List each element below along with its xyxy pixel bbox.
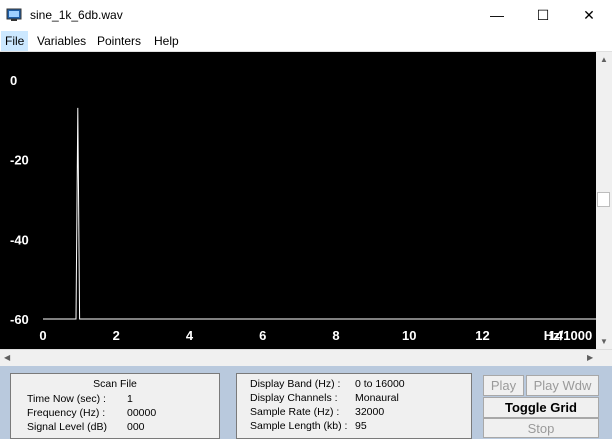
frequency-label: Frequency (Hz) : bbox=[27, 407, 106, 419]
x-tick-label: 6 bbox=[259, 328, 266, 343]
scan-file-heading: Scan File bbox=[93, 378, 137, 390]
y-tick-label: 0 bbox=[10, 73, 17, 88]
close-icon: ✕ bbox=[583, 7, 595, 23]
frequency-value: 00000 bbox=[127, 407, 157, 419]
x-tick-label: 4 bbox=[186, 328, 194, 343]
display-band-value: 0 to 16000 bbox=[355, 378, 405, 390]
y-tick-label: -60 bbox=[10, 312, 29, 327]
vertical-scroll-thumb[interactable] bbox=[597, 192, 610, 207]
title-bar: sine_1k_6db.wav — ☐ ✕ bbox=[0, 0, 612, 31]
vertical-scrollbar[interactable]: ▲ ▼ bbox=[596, 52, 612, 349]
toggle-grid-button[interactable]: Toggle Grid bbox=[483, 397, 599, 418]
sample-rate-label: Sample Rate (Hz) : bbox=[250, 406, 340, 418]
y-tick-label: -20 bbox=[10, 153, 29, 168]
sample-length-label: Sample Length (kb) : bbox=[250, 420, 348, 432]
spectrum-chart: 0-20-40-600 2 4 6 8 10 12 14Hz/1000 bbox=[10, 73, 596, 343]
scroll-left-icon[interactable]: ◀ bbox=[4, 353, 10, 362]
menu-pointers[interactable]: Pointers bbox=[93, 31, 145, 51]
y-tick-label: -40 bbox=[10, 232, 29, 247]
spectrum-trace bbox=[43, 107, 596, 320]
play-button[interactable]: Play bbox=[483, 375, 524, 396]
display-channels-value: Monaural bbox=[355, 392, 399, 404]
menu-help[interactable]: Help bbox=[150, 31, 183, 51]
x-tick-label: 10 bbox=[402, 328, 416, 343]
status-area: Scan File Time Now (sec) : 1 Frequency (… bbox=[0, 366, 612, 439]
minimize-icon: — bbox=[490, 7, 504, 23]
file-info-panel: Display Band (Hz) : 0 to 16000 Display C… bbox=[236, 373, 472, 439]
time-now-label: Time Now (sec) : bbox=[27, 393, 106, 405]
scan-file-panel: Scan File Time Now (sec) : 1 Frequency (… bbox=[10, 373, 220, 439]
app-icon bbox=[6, 8, 22, 21]
close-button[interactable]: ✕ bbox=[566, 0, 612, 31]
display-channels-label: Display Channels : bbox=[250, 392, 338, 404]
maximize-icon: ☐ bbox=[536, 7, 550, 23]
time-now-value: 1 bbox=[127, 393, 133, 405]
stop-button[interactable]: Stop bbox=[483, 418, 599, 438]
maximize-button[interactable]: ☐ bbox=[520, 0, 566, 31]
scroll-down-icon[interactable]: ▼ bbox=[600, 337, 608, 346]
minimize-button[interactable]: — bbox=[474, 0, 520, 31]
scroll-up-icon[interactable]: ▲ bbox=[600, 55, 608, 64]
signal-level-label: Signal Level (dB) bbox=[27, 421, 107, 433]
scroll-right-icon[interactable]: ▶ bbox=[587, 353, 593, 362]
x-tick-label: 8 bbox=[332, 328, 339, 343]
x-tick-label: 2 bbox=[113, 328, 120, 343]
menu-variables[interactable]: Variables bbox=[33, 31, 90, 51]
window-title: sine_1k_6db.wav bbox=[30, 8, 123, 22]
signal-level-value: 000 bbox=[127, 421, 145, 433]
sample-rate-value: 32000 bbox=[355, 406, 385, 418]
spectrum-plot[interactable]: 0 -20 -40 -60 0 2 4 6 8 10 12 14 Hz/1000 bbox=[0, 52, 596, 349]
menu-bar: File Variables Pointers Help bbox=[0, 31, 612, 52]
horizontal-scrollbar[interactable]: ◀ ▶ bbox=[0, 349, 612, 366]
display-band-label: Display Band (Hz) : bbox=[250, 378, 341, 390]
play-window-button[interactable]: Play Wdw bbox=[526, 375, 599, 396]
x-unit-label: Hz/1000 bbox=[544, 328, 592, 343]
menu-file[interactable]: File bbox=[1, 31, 29, 51]
sample-length-value: 95 bbox=[355, 420, 367, 432]
x-tick-label: 12 bbox=[475, 328, 489, 343]
x-tick-label: 0 bbox=[39, 328, 46, 343]
